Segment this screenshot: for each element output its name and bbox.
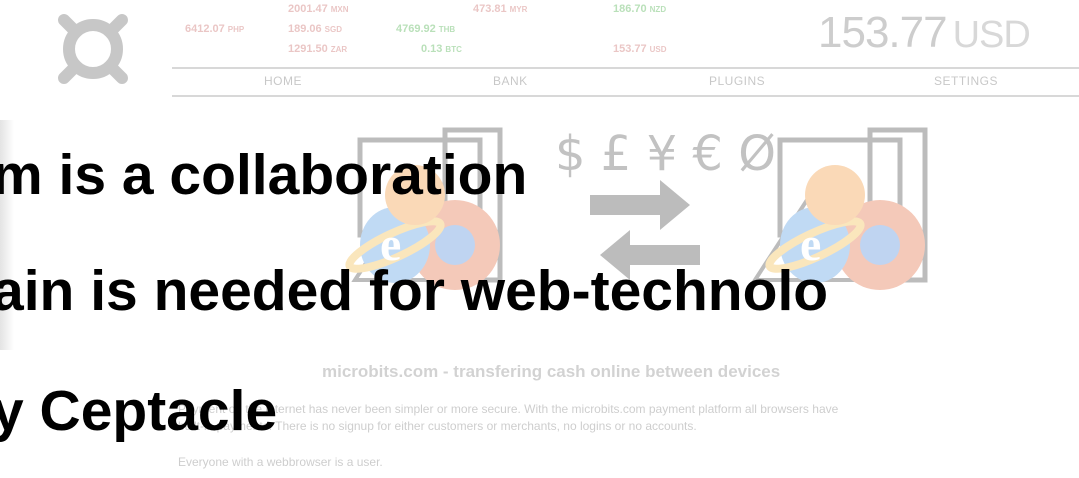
- tab-plugins[interactable]: PLUGINS: [709, 74, 765, 88]
- rate-mxn: 2001.47 MXN: [288, 3, 349, 15]
- rate-currency: THB: [438, 25, 456, 34]
- overlay-text-line-3: y Ceptacle: [0, 379, 278, 443]
- rate-value: 473.81: [473, 3, 507, 15]
- tagline: microbits.com - transfering cash online …: [322, 362, 781, 381]
- rate-value: 6412.07: [185, 23, 225, 35]
- rate-value: 186.70: [613, 3, 647, 15]
- rate-currency: NZD: [649, 5, 667, 14]
- rate-sgd: 189.06 SGD: [288, 23, 342, 35]
- exchange-rates: 2001.47 MXN 6412.07 PHP 189.06 SGD 4769.92 THB 1…: [170, 0, 790, 60]
- rate-currency: MXN: [330, 5, 349, 14]
- rate-value: 153.77: [613, 43, 647, 55]
- overlay-text-line-1: m is a collaboration: [0, 143, 528, 207]
- description-line-3: Everyone with a webbrowser is a user.: [178, 455, 383, 469]
- main-nav: HOME BANK PLUGINS SETTINGS: [172, 67, 1079, 97]
- rate-value: 4769.92: [396, 23, 436, 35]
- rate-usd: 153.77 USD: [613, 43, 667, 55]
- rate-value: 1291.50: [288, 43, 328, 55]
- balance-unit: USD: [952, 14, 1031, 56]
- rate-zar: 1291.50 ZAR: [288, 43, 347, 55]
- rate-nzd: 186.70 NZD: [613, 3, 666, 15]
- description-line-1: Payment on the internet has never been s…: [178, 402, 839, 416]
- balance-amount: 153.77: [818, 8, 948, 57]
- rate-value: 2001.47: [288, 3, 328, 15]
- overlay-text-line-2: ain is needed for web-technolo: [0, 259, 829, 323]
- rate-thb: 4769.92 THB: [396, 23, 455, 35]
- tab-bank[interactable]: BANK: [493, 74, 528, 88]
- rate-currency: SGD: [324, 25, 342, 34]
- rate-currency: PHP: [227, 25, 245, 34]
- rate-myr: 473.81 MYR: [473, 3, 527, 15]
- balance-display: 153.77 USD: [818, 8, 1031, 58]
- rate-currency: BTC: [445, 45, 462, 54]
- rate-currency: ZAR: [330, 45, 348, 54]
- description-line-2: built-in payments. There is no signup fo…: [178, 419, 697, 433]
- currency-logo-icon: [58, 14, 128, 84]
- rate-value: 0.13: [421, 43, 443, 55]
- tab-settings[interactable]: SETTINGS: [934, 74, 998, 88]
- rate-btc: 0.13 BTC: [421, 43, 462, 55]
- rate-php: 6412.07 PHP: [185, 23, 244, 35]
- rate-value: 189.06: [288, 23, 322, 35]
- rate-currency: USD: [649, 45, 667, 54]
- currency-symbols: $ £ ¥ € Ø: [555, 126, 776, 182]
- description: Payment on the internet has never been s…: [178, 401, 1038, 435]
- tab-home[interactable]: HOME: [264, 74, 302, 88]
- rate-currency: MYR: [509, 5, 528, 14]
